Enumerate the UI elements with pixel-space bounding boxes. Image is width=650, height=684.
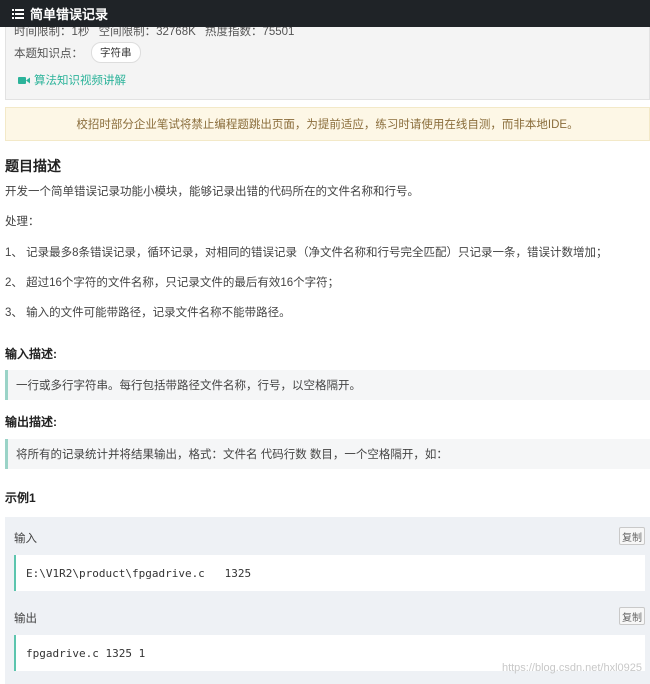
top-bar: 简单错误记录	[0, 0, 650, 27]
knowledge-tag[interactable]: 字符串	[91, 42, 141, 63]
description-title: 题目描述	[5, 158, 61, 174]
example-panel: 输入 复制 E:\V1R2\product\fpgadrive.c 1325 输…	[5, 517, 650, 684]
video-explanation-link[interactable]: 算法知识视频讲解	[18, 72, 126, 88]
rule-item: 3、 输入的文件可能带路径，记录文件名称不能带路径。	[5, 307, 291, 319]
knowledge-points: 本题知识点： 字符串	[14, 42, 141, 63]
time-limit: 时间限制：1秒	[14, 26, 90, 38]
input-desc-text: 一行或多行字符串。每行包括带路径文件名称，行号，以空格隔开。	[5, 370, 650, 400]
problem-info-panel: 时间限制：1秒 空间限制：32768K 热度指数：75501 本题知识点： 字符…	[5, 20, 650, 100]
list-icon	[12, 8, 24, 19]
example-input-label: 输入	[14, 533, 37, 545]
knowledge-label: 本题知识点：	[14, 47, 83, 60]
process-label: 处理：	[5, 216, 40, 228]
example-title: 示例1	[5, 491, 36, 505]
description-intro: 开发一个简单错误记录功能小模块，能够记录出错的代码所在的文件名称和行号。	[5, 186, 419, 198]
copy-input-button[interactable]: 复制	[619, 527, 645, 545]
input-desc-title: 输入描述:	[5, 347, 57, 361]
rule-item: 1、 记录最多8条错误记录，循环记录，对相同的错误记录（净文件名称和行号完全匹配…	[5, 247, 608, 259]
heat-index: 热度指数：75501	[204, 26, 295, 38]
space-limit: 空间限制：32768K	[98, 26, 196, 38]
video-link-label: 算法知识视频讲解	[34, 75, 126, 87]
example-input-code[interactable]: E:\V1R2\product\fpgadrive.c 1325	[14, 555, 645, 591]
video-camera-icon	[18, 76, 30, 84]
page-title: 简单错误记录	[30, 7, 109, 22]
exam-notice-banner: 校招时部分企业笔试将禁止编程题跳出页面，为提前适应，练习时请使用在线自测，而非本…	[5, 107, 650, 141]
rule-item: 2、 超过16个字符的文件名称，只记录文件的最后有效16个字符；	[5, 277, 340, 289]
output-desc-text: 将所有的记录统计并将结果输出，格式：文件名 代码行数 数目，一个空格隔开，如：	[5, 439, 650, 469]
output-desc-title: 输出描述:	[5, 415, 57, 429]
example-output-label: 输出	[14, 613, 37, 625]
watermark: https://blog.csdn.net/hxl0925	[501, 662, 642, 674]
copy-output-button[interactable]: 复制	[619, 607, 645, 625]
